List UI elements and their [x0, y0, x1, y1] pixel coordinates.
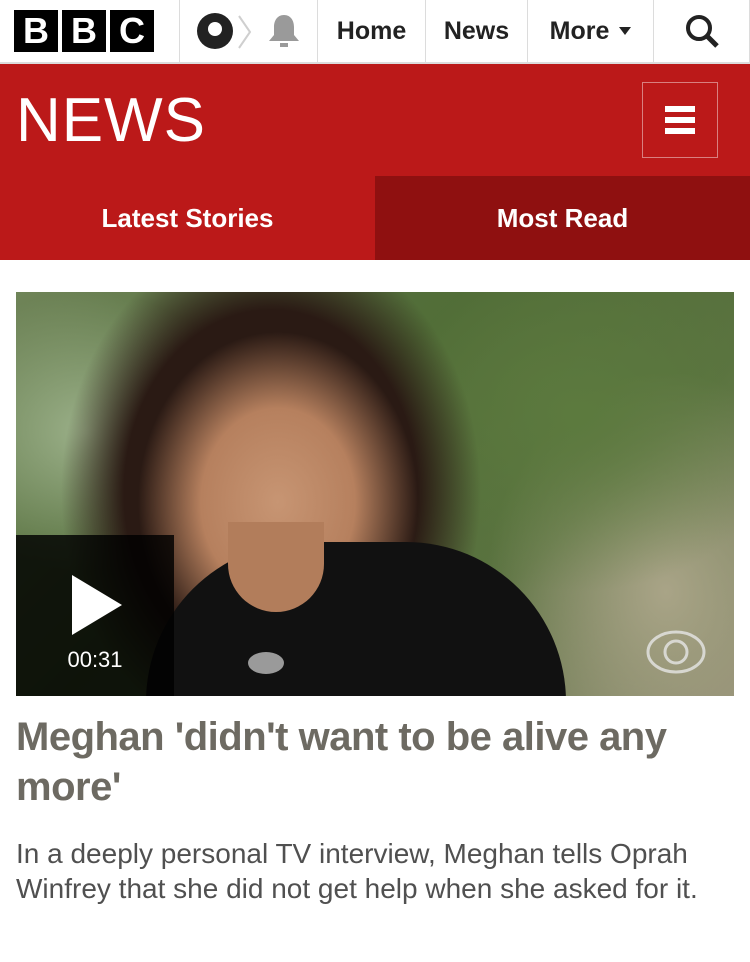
bbc-logo-letter: C: [110, 10, 154, 52]
nav-news-label: News: [443, 16, 510, 45]
news-wordmark[interactable]: NEWS: [16, 90, 206, 152]
notifications-button[interactable]: [250, 0, 318, 62]
tab-label: Most Read: [496, 202, 629, 233]
chevron-right-icon: [238, 15, 252, 49]
bell-icon: [268, 15, 299, 47]
story-tabs: Latest Stories Most Read: [0, 176, 750, 260]
nav-home-link[interactable]: Home: [318, 0, 426, 62]
bbc-logo-letter: B: [62, 10, 106, 52]
story-summary: In a deeply personal TV interview, Megha…: [16, 838, 698, 904]
play-icon: [72, 575, 122, 635]
bbc-logo-letter: B: [14, 10, 58, 52]
tab-label: Latest Stories: [101, 202, 274, 233]
nav-home-label: Home: [336, 16, 407, 45]
search-button[interactable]: [654, 0, 750, 62]
tab-most-read[interactable]: Most Read: [375, 176, 750, 260]
account-button[interactable]: [180, 0, 252, 62]
nav-news-link[interactable]: News: [426, 0, 528, 62]
video-play-overlay[interactable]: 00:31: [16, 535, 174, 696]
nav-more-label: More: [549, 16, 610, 45]
news-header: NEWS: [0, 64, 750, 176]
nav-more-dropdown[interactable]: More: [528, 0, 654, 62]
account-icon: [197, 13, 233, 49]
bbc-logo[interactable]: B B C: [0, 0, 180, 62]
story-video-thumbnail[interactable]: 00:31: [16, 292, 734, 696]
cbs-logo-icon: [646, 630, 706, 674]
image-figure-pendant: [248, 652, 284, 674]
story-headline[interactable]: Meghan 'didn't want to be alive any more…: [16, 712, 736, 812]
bbc-global-navbar: B B C Home News More: [0, 0, 750, 64]
tab-latest-stories[interactable]: Latest Stories: [0, 176, 375, 260]
menu-bar: [665, 117, 695, 123]
video-duration: 00:31: [67, 647, 123, 672]
search-icon: [685, 15, 719, 48]
hamburger-menu-icon[interactable]: [642, 82, 718, 158]
menu-bar: [665, 106, 695, 112]
menu-bar: [665, 128, 695, 134]
caret-down-icon: [619, 27, 632, 35]
image-figure-clothing: [146, 542, 566, 696]
